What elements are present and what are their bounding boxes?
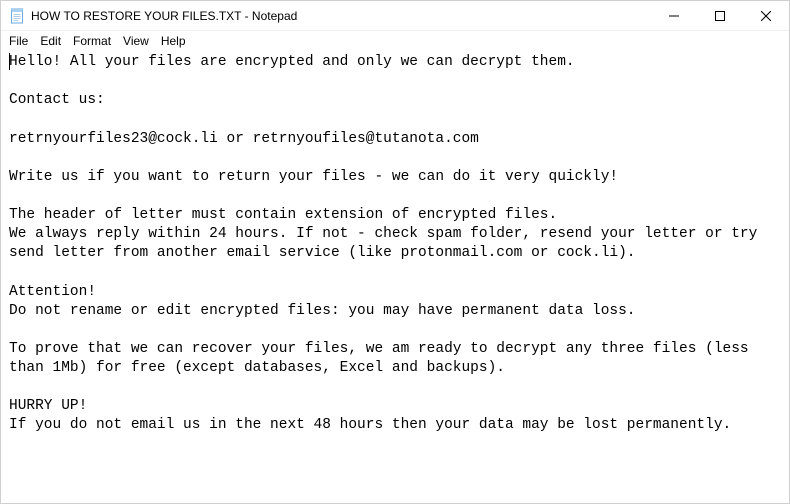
text-caret [9,53,10,70]
menubar: File Edit Format View Help [1,31,789,51]
close-icon [761,11,771,21]
window-titlebar: HOW TO RESTORE YOUR FILES.TXT - Notepad [1,1,789,31]
titlebar-left: HOW TO RESTORE YOUR FILES.TXT - Notepad [1,8,297,24]
maximize-icon [715,11,725,21]
minimize-button[interactable] [651,1,697,31]
window-controls [651,1,789,30]
menu-edit[interactable]: Edit [34,33,67,49]
menu-file[interactable]: File [3,33,34,49]
menu-view[interactable]: View [117,33,155,49]
minimize-icon [669,11,679,21]
notepad-icon [9,8,25,24]
document-text: Hello! All your files are encrypted and … [9,54,766,433]
menu-help[interactable]: Help [155,33,192,49]
window-title: HOW TO RESTORE YOUR FILES.TXT - Notepad [31,9,297,23]
text-area[interactable]: Hello! All your files are encrypted and … [1,51,789,503]
maximize-button[interactable] [697,1,743,31]
close-button[interactable] [743,1,789,31]
menu-format[interactable]: Format [67,33,117,49]
